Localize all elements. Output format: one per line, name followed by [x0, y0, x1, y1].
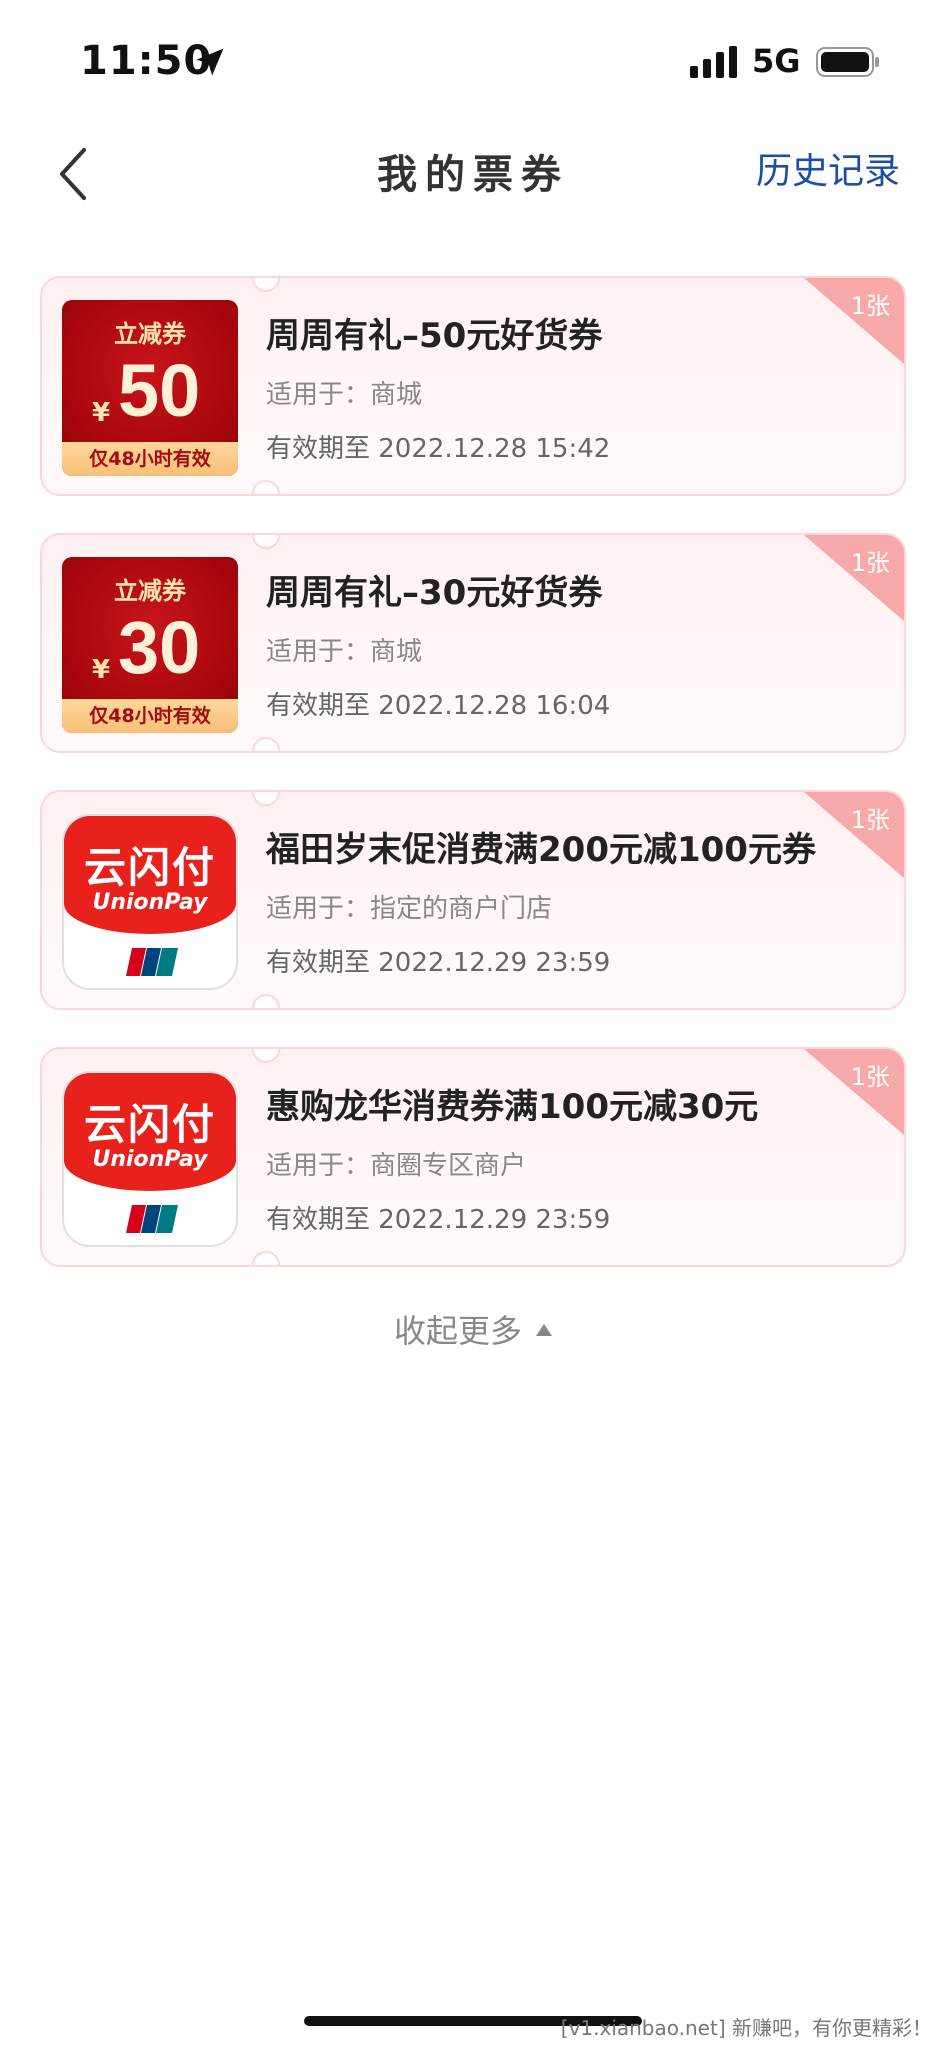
- unionpay-logo: 云闪付 UnionPay: [62, 1071, 238, 1247]
- ticket-notch: [252, 737, 280, 751]
- unionpay-stripes-icon: [126, 1205, 178, 1233]
- count-badge: 1张: [850, 549, 890, 577]
- ticket-notch: [252, 792, 280, 806]
- status-bar: 11:50 5G: [0, 0, 946, 120]
- thumb-validity: 仅48小时有效: [62, 442, 238, 476]
- ticket-notch: [252, 994, 280, 1008]
- thumb-currency: ¥: [92, 398, 111, 428]
- coupon-title: 惠购龙华消费券满100元减30元: [266, 1087, 759, 1127]
- ticket-notch: [252, 1049, 280, 1063]
- unionpay-brand: 云闪付: [83, 843, 216, 892]
- unionpay-sub: UnionPay: [92, 890, 208, 915]
- battery-icon: [816, 47, 879, 77]
- thumb-label: 立减券: [114, 577, 186, 605]
- network-type: 5G: [752, 42, 801, 80]
- unionpay-logo: 云闪付 UnionPay: [62, 814, 238, 990]
- count-badge: 1张: [850, 292, 890, 320]
- coupon-list: 立减券 ¥ 50 仅48小时有效 周周有礼–50元好货券 适用于：商城 有效期至…: [40, 276, 906, 1304]
- ticket-notch: [252, 535, 280, 549]
- unionpay-brand: 云闪付: [83, 1100, 216, 1149]
- location-arrow-icon: [196, 48, 224, 76]
- coupon-thumbnail: 立减券 ¥ 50 仅48小时有效: [62, 300, 238, 476]
- coupon-title: 周周有礼–30元好货券: [266, 573, 603, 613]
- collapse-more-label: 收起更多: [393, 1312, 522, 1350]
- coupon-thumbnail: 立减券 ¥ 30 仅48小时有效: [62, 557, 238, 733]
- coupon-title: 福田岁末促消费满200元减100元券: [266, 830, 816, 870]
- coupon-expiry: 有效期至 2022.12.29 23:59: [266, 948, 611, 978]
- coupon-card[interactable]: 云闪付 UnionPay 惠购龙华消费券满100元减30元 适用于：商圈专区商户…: [40, 1047, 906, 1267]
- nav-bar: 我的票券 历史记录: [0, 120, 946, 230]
- coupon-expiry: 有效期至 2022.12.28 16:04: [266, 691, 611, 721]
- ticket-notch: [252, 1251, 280, 1265]
- ticket-notch: [252, 480, 280, 494]
- history-records-link[interactable]: 历史记录: [756, 142, 900, 194]
- unionpay-logo-red: 云闪付 UnionPay: [64, 816, 236, 934]
- collapse-more-button[interactable]: 收起更多: [0, 1306, 946, 1352]
- unionpay-sub: UnionPay: [92, 1147, 208, 1172]
- thumb-validity: 仅48小时有效: [62, 699, 238, 733]
- coupon-scope: 适用于：商圈专区商户: [266, 1151, 527, 1181]
- count-badge: 1张: [850, 806, 890, 834]
- count-badge: 1张: [850, 1063, 890, 1091]
- coupon-card[interactable]: 云闪付 UnionPay 福田岁末促消费满200元减100元券 适用于：指定的商…: [40, 790, 906, 1010]
- unionpay-logo-red: 云闪付 UnionPay: [64, 1073, 236, 1191]
- coupon-expiry: 有效期至 2022.12.29 23:59: [266, 1205, 611, 1235]
- thumb-amount: 50: [118, 349, 201, 432]
- coupon-card[interactable]: 立减券 ¥ 50 仅48小时有效 周周有礼–50元好货券 适用于：商城 有效期至…: [40, 276, 906, 496]
- coupon-title: 周周有礼–50元好货券: [266, 316, 603, 356]
- ticket-notch: [252, 278, 280, 292]
- coupon-scope: 适用于：商城: [266, 380, 423, 410]
- thumb-currency: ¥: [92, 655, 111, 685]
- triangle-up-icon: [536, 1324, 552, 1336]
- cellular-signal-icon: [690, 46, 737, 78]
- coupon-scope: 适用于：商城: [266, 637, 423, 667]
- coupon-card[interactable]: 立减券 ¥ 30 仅48小时有效 周周有礼–30元好货券 适用于：商城 有效期至…: [40, 533, 906, 753]
- watermark: [v1.xianbao.net] 新赚吧，有你更精彩！: [560, 2016, 932, 2040]
- thumb-amount: 30: [118, 606, 201, 689]
- coupon-expiry: 有效期至 2022.12.28 15:42: [266, 434, 611, 464]
- thumb-label: 立减券: [114, 320, 186, 348]
- unionpay-stripes-icon: [126, 948, 178, 976]
- coupon-scope: 适用于：指定的商户门店: [266, 894, 553, 924]
